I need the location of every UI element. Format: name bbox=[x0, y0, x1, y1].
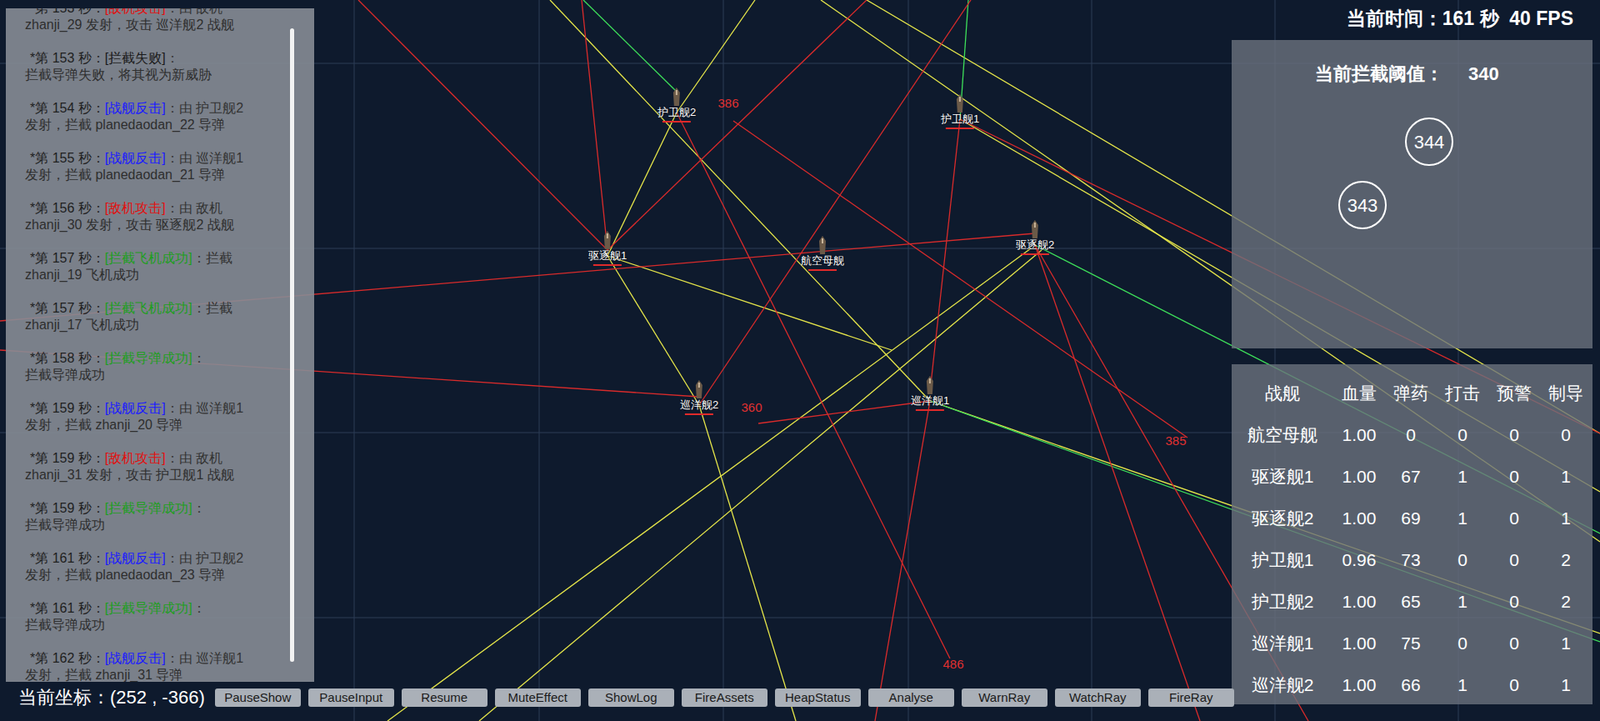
threat-circle[interactable]: 344 bbox=[1405, 117, 1454, 166]
log-entry: *第 161 秒：[拦截导弹成功]：拦截导弹成功 bbox=[25, 600, 281, 634]
toolbar-button[interactable]: Analyse bbox=[868, 688, 955, 707]
log-entry: *第 159 秒：[敌机攻击]：由 敌机zhanji_31 发射，攻击 护卫舰1… bbox=[25, 450, 281, 484]
log-entry: *第 153 秒：[敌机攻击]：由 敌机zhanji_29 发射，攻击 巡洋舰2… bbox=[25, 8, 281, 34]
threat-marker: 360 bbox=[740, 400, 762, 415]
threat-marker: 386 bbox=[717, 95, 739, 111]
toolbar-button[interactable]: HeapStatus bbox=[775, 688, 861, 707]
toolbar-button[interactable]: WatchRay bbox=[1055, 688, 1141, 707]
ship[interactable]: 航空母舰 bbox=[800, 235, 845, 271]
log-entry: *第 158 秒：[拦截导弹成功]：拦截导弹成功 bbox=[25, 350, 281, 384]
log-entry: *第 159 秒：[拦截导弹成功]：拦截导弹成功 bbox=[25, 500, 281, 534]
ship[interactable]: 护卫舰1 bbox=[940, 94, 980, 130]
ship-icon bbox=[955, 94, 965, 113]
ship[interactable]: 巡洋舰2 bbox=[680, 380, 719, 415]
coords: 当前坐标：(252 , -366) bbox=[18, 685, 205, 710]
ship-icon bbox=[925, 375, 935, 395]
toolbar-button[interactable]: PauseInput bbox=[308, 688, 395, 707]
ship[interactable]: 护卫舰2 bbox=[657, 87, 696, 123]
ship-icon bbox=[672, 87, 681, 106]
log-entry: *第 155 秒：[战舰反击]：由 巡洋舰1发射，拦截 planedaodan_… bbox=[25, 150, 281, 184]
log-scrollbar[interactable] bbox=[290, 28, 295, 662]
log-entry: *第 156 秒：[敌机攻击]：由 敌机zhanji_30 发射，攻击 驱逐舰2… bbox=[25, 200, 281, 234]
table-row: 护卫舰21.0065102 bbox=[1231, 580, 1593, 623]
simulation-screen: 护卫舰2 护卫舰1 驱逐舰1 航空母舰 驱逐舰2 巡洋舰2 巡洋舰1 386 360 385 486… bbox=[0, 0, 1600, 721]
status-table: 战舰血量弹药打击预警制导航空母舰1.000000驱逐舰11.0067101驱逐舰… bbox=[1231, 364, 1593, 705]
log-panel[interactable]: *第 153 秒：[敌机攻击]：由 敌机zhanji_29 发射，攻击 巡洋舰2… bbox=[5, 8, 315, 682]
toolbar-button[interactable]: WarnRay bbox=[961, 688, 1048, 707]
log-entry: *第 159 秒：[战舰反击]：由 巡洋舰1发射，拦截 zhanji_20 导弹 bbox=[25, 400, 281, 434]
toolbar-button[interactable]: ShowLog bbox=[588, 688, 675, 707]
log-entry: *第 162 秒：[战舰反击]：由 巡洋舰1发射，拦截 zhanji_31 导弹 bbox=[25, 650, 281, 682]
table-row: 驱逐舰21.0069101 bbox=[1231, 497, 1593, 540]
toolbar-button[interactable]: Resume bbox=[401, 688, 488, 707]
toolbar-button[interactable]: MuteEffect bbox=[495, 688, 581, 707]
log-entry: *第 157 秒：[拦截飞机成功]：拦截zhanji_19 飞机成功 bbox=[25, 250, 281, 284]
log-entry: *第 157 秒：[拦截飞机成功]：拦截zhanji_17 飞机成功 bbox=[25, 300, 281, 334]
bottom-bar: 当前坐标：(252 , -366) PauseShow PauseInput Resu… bbox=[18, 685, 1235, 710]
ship-icon bbox=[818, 235, 827, 255]
clock: 当前时间：161 秒 40 FPS bbox=[1346, 5, 1574, 32]
table-row: 巡洋舰11.0075001 bbox=[1231, 622, 1593, 665]
table-row: 护卫舰10.9673002 bbox=[1231, 539, 1593, 581]
ship[interactable]: 驱逐舰1 bbox=[588, 230, 627, 266]
ship[interactable]: 驱逐舰2 bbox=[1015, 220, 1055, 255]
threshold-value: 340 bbox=[1468, 61, 1500, 87]
threat-marker: 385 bbox=[1165, 433, 1186, 449]
toolbar-button[interactable]: FireAssets bbox=[681, 688, 768, 707]
ship-icon bbox=[603, 230, 612, 250]
threshold-label: 当前拦截阈值： bbox=[1315, 61, 1444, 87]
threat-circle[interactable]: 343 bbox=[1338, 180, 1387, 230]
table-row: 驱逐舰11.0067101 bbox=[1231, 455, 1593, 498]
table-row: 航空母舰1.000000 bbox=[1231, 414, 1593, 456]
threshold-panel: 当前拦截阈值： 340 344 343 bbox=[1231, 40, 1593, 349]
threat-marker: 486 bbox=[942, 656, 964, 672]
table-row: 巡洋舰21.0066101 bbox=[1231, 664, 1593, 706]
toolbar-button[interactable]: FireRay bbox=[1148, 688, 1235, 707]
ship-icon bbox=[695, 380, 704, 399]
log-entry: *第 154 秒：[战舰反击]：由 护卫舰2发射，拦截 planedaodan_… bbox=[25, 100, 281, 134]
log-entry: *第 153 秒：[拦截失败]：拦截导弹失败，将其视为新威胁 bbox=[25, 50, 281, 84]
ship[interactable]: 巡洋舰1 bbox=[910, 375, 950, 411]
log-entry: *第 161 秒：[战舰反击]：由 护卫舰2发射，拦截 planedaodan_… bbox=[25, 550, 281, 584]
table-header: 战舰血量弹药打击预警制导 bbox=[1231, 372, 1593, 415]
toolbar-button[interactable]: PauseShow bbox=[215, 688, 301, 707]
ship-icon bbox=[1030, 220, 1040, 239]
